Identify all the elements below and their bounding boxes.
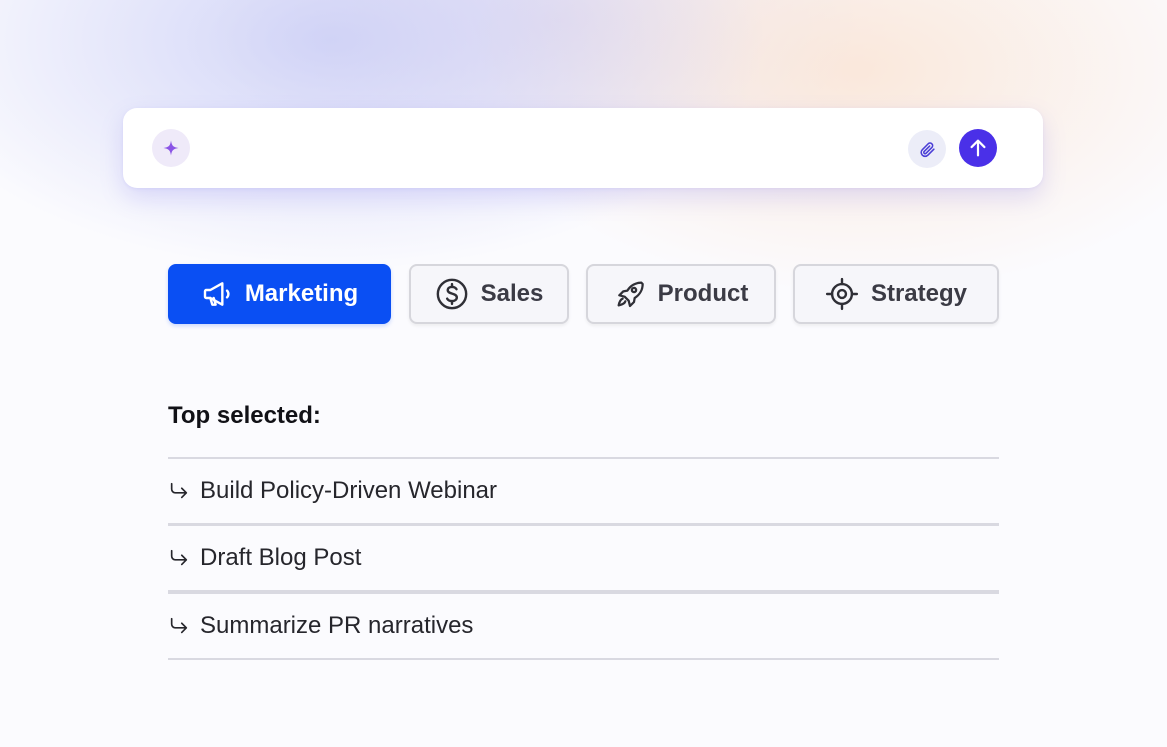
attach-button[interactable] [908, 130, 946, 168]
arrow-return-right-icon [168, 615, 190, 637]
list-item[interactable]: Draft Blog Post [168, 526, 999, 594]
list-item[interactable]: Build Policy-Driven Webinar [168, 459, 999, 526]
list-item[interactable]: Summarize PR narratives [168, 594, 999, 660]
list-item-label: Summarize PR narratives [200, 612, 474, 639]
prompt-input[interactable] [207, 128, 901, 170]
prompt-bar [123, 108, 1043, 188]
arrow-up-icon [970, 139, 986, 157]
arrow-return-right-icon [168, 480, 190, 502]
dollar-circle-icon [436, 278, 468, 310]
megaphone-icon [203, 282, 230, 306]
chip-marketing[interactable]: Marketing [168, 264, 391, 324]
chip-label-marketing: Marketing [244, 280, 359, 307]
chip-label-sales: Sales [480, 280, 544, 307]
top-selected-heading: Top selected: [168, 402, 321, 429]
send-button[interactable] [959, 129, 997, 167]
chip-sales[interactable]: Sales [409, 264, 569, 324]
list-item-label: Draft Blog Post [200, 544, 362, 571]
sparkle-button[interactable] [152, 129, 190, 167]
chip-product[interactable]: Product [586, 264, 776, 324]
target-icon [825, 277, 859, 311]
list-item-label: Build Policy-Driven Webinar [200, 477, 497, 504]
arrow-return-right-icon [168, 547, 190, 569]
sparkle-icon [163, 140, 179, 156]
top-selected-list: Build Policy-Driven Webinar Draft Blog P… [168, 457, 999, 660]
chip-label-product: Product [657, 280, 749, 307]
chip-label-strategy: Strategy [870, 280, 968, 307]
chip-strategy[interactable]: Strategy [793, 264, 999, 324]
paperclip-icon [919, 141, 935, 157]
rocket-icon [617, 281, 644, 308]
